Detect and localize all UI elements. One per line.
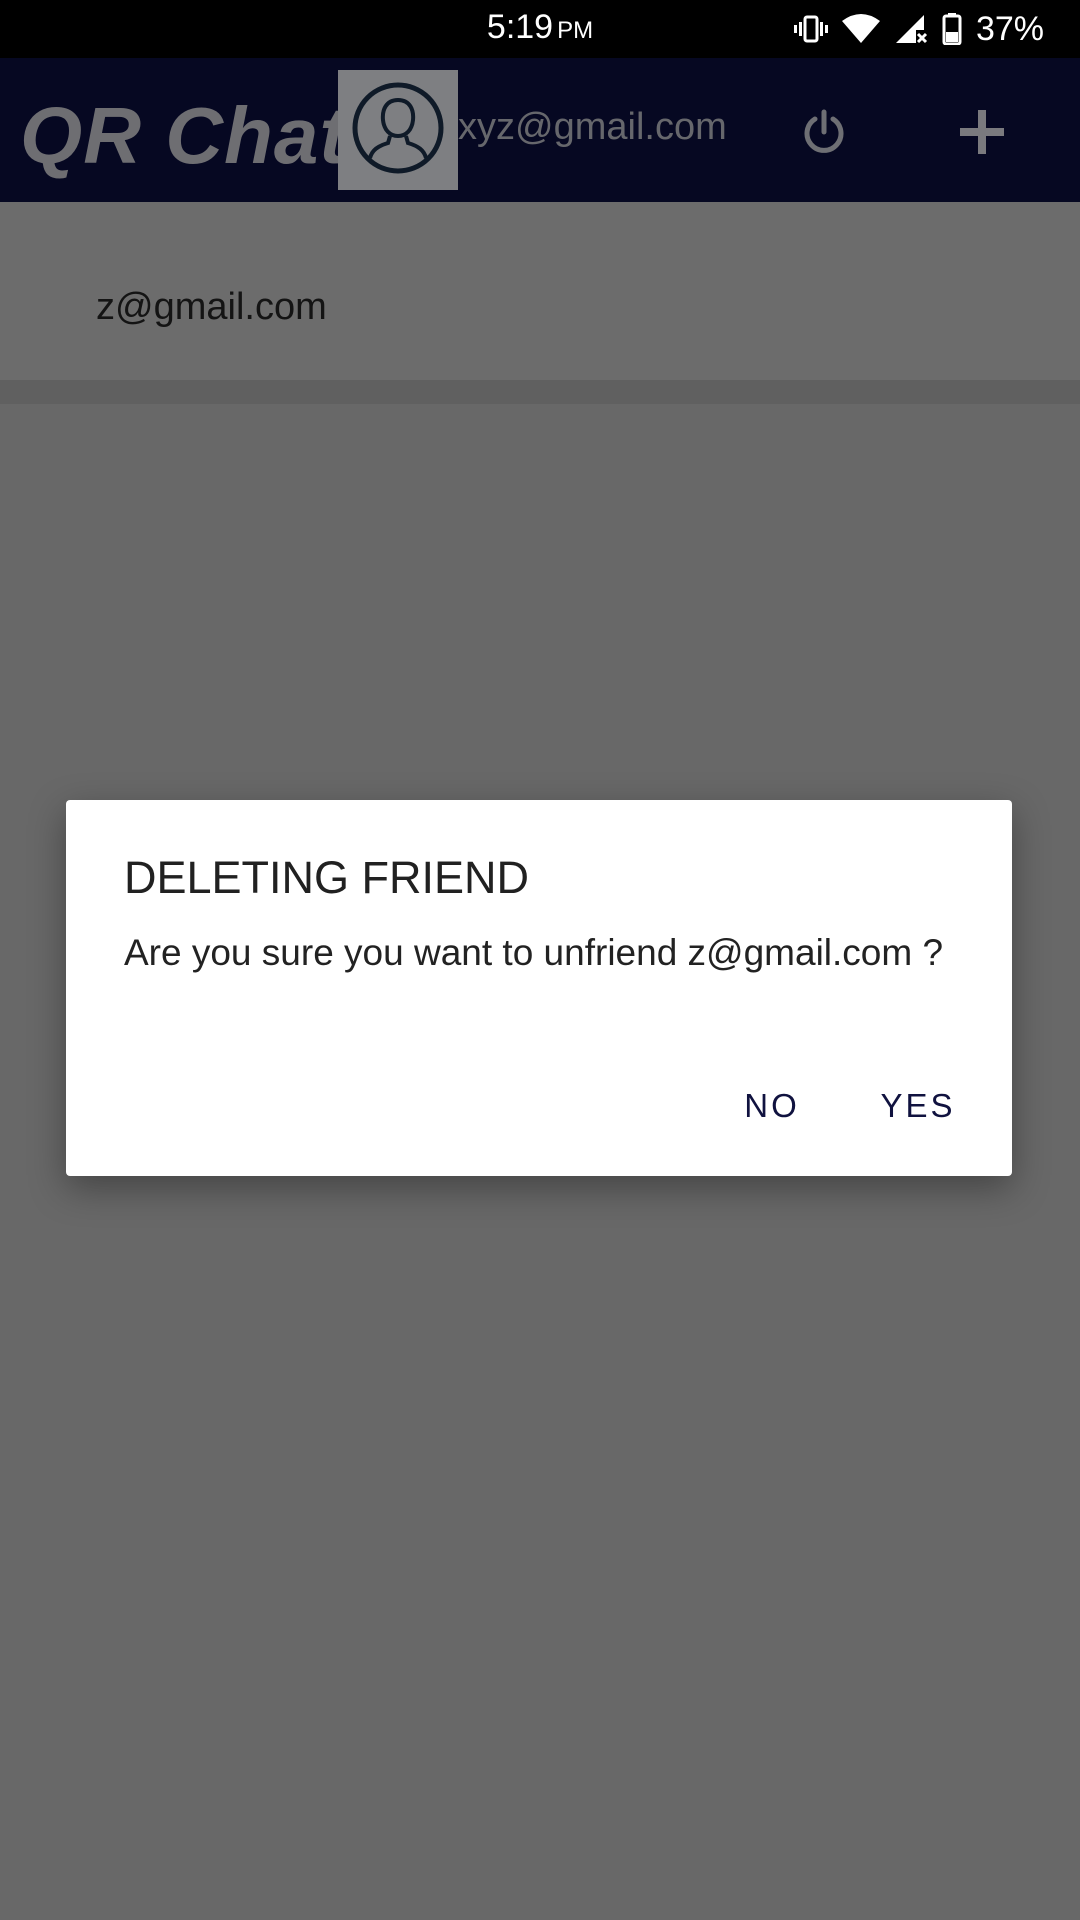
user-avatar-icon — [350, 80, 446, 181]
add-friend-button[interactable] — [952, 104, 1012, 164]
status-time-ampm: PM — [557, 17, 594, 44]
status-bar: 5:19 PM 37% — [0, 0, 1080, 58]
profile-avatar-button[interactable] — [338, 70, 458, 190]
yes-button[interactable]: YES — [844, 1066, 992, 1146]
battery-icon — [942, 13, 962, 45]
add-icon — [958, 108, 1006, 161]
signal-icon — [894, 13, 928, 45]
unfriend-dialog: DELETING FRIEND Are you sure you want to… — [66, 800, 1012, 1176]
dialog-title: DELETING FRIEND — [124, 852, 530, 903]
status-icons: 37% — [793, 9, 1044, 48]
logout-button[interactable] — [794, 104, 854, 164]
no-button[interactable]: NO — [702, 1066, 842, 1146]
list-divider — [0, 380, 1080, 404]
dialog-message: Are you sure you want to unfriend z@gmai… — [124, 932, 944, 973]
user-email: xyz@gmail.com — [458, 106, 727, 148]
power-icon — [799, 107, 849, 162]
vibrate-icon — [793, 14, 828, 44]
app-bar: QR Chat xyz@gmail.com — [0, 58, 1080, 202]
friend-email: z@gmail.com — [96, 286, 327, 328]
app-title: QR Chat — [20, 91, 347, 180]
battery-percent: 37% — [975, 9, 1044, 48]
wifi-icon — [841, 14, 880, 44]
status-time-value: 5:19 — [486, 8, 554, 46]
friend-list-item[interactable]: z@gmail.com — [0, 202, 1080, 380]
